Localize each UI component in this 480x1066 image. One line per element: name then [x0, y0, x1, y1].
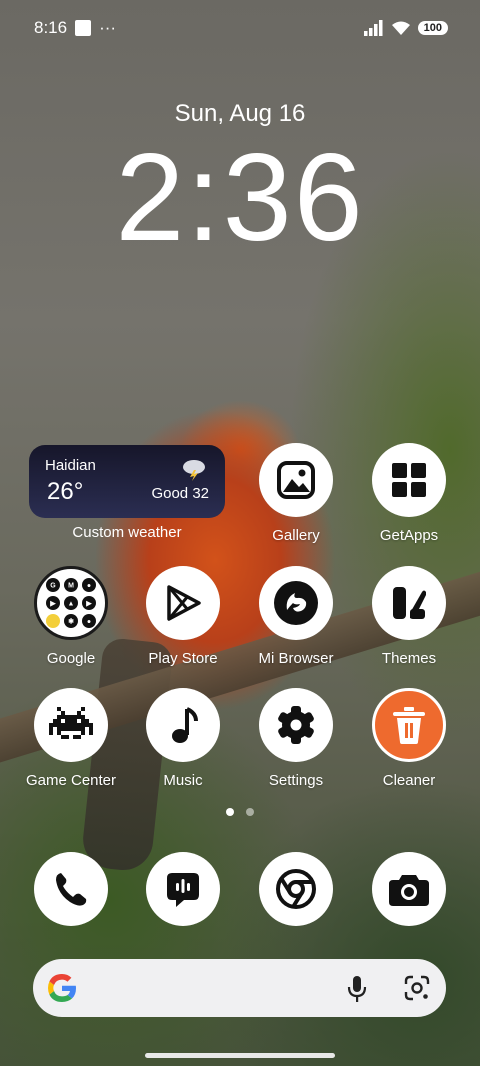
messages-icon [146, 852, 220, 926]
svg-text:M: M [68, 583, 74, 590]
google-logo-icon[interactable] [46, 972, 78, 1004]
dock-phone[interactable] [16, 852, 126, 926]
app-label: Mi Browser [258, 650, 334, 667]
svg-text:▶: ▶ [49, 601, 56, 608]
notification-icon [75, 20, 92, 36]
home-date[interactable]: Sun, Aug 16 [0, 100, 480, 128]
weather-widget-label: Custom weather [72, 524, 182, 541]
app-label: Music [163, 772, 203, 789]
trash-icon [372, 688, 446, 762]
game-center-icon [34, 688, 108, 762]
app-game-center[interactable]: Game Center [16, 688, 126, 789]
app-label: Gallery [272, 527, 320, 544]
camera-icon [372, 852, 446, 926]
svg-text:▲: ▲ [68, 601, 75, 608]
app-getapps[interactable]: GetApps [354, 443, 464, 544]
app-settings[interactable]: Settings [241, 688, 351, 789]
folder-label: Google [46, 650, 96, 667]
app-gallery[interactable]: Gallery [241, 443, 351, 544]
status-time: 8:16 [34, 18, 68, 37]
svg-text:✱: ✱ [68, 618, 74, 626]
home-clock[interactable]: 2:36 [0, 130, 480, 267]
music-note-icon [146, 688, 220, 762]
app-label: GetApps [379, 527, 439, 544]
gear-icon [259, 688, 333, 762]
weather-widget[interactable]: Haidian 26° Good 32 [29, 445, 225, 518]
phone-icon [34, 852, 108, 926]
app-cleaner[interactable]: Cleaner [354, 688, 464, 789]
svg-text:●: ● [87, 583, 91, 590]
svg-text:G: G [50, 583, 56, 590]
page-dot-2[interactable] [246, 808, 254, 816]
page-dot-1[interactable] [226, 808, 234, 816]
app-music[interactable]: Music [128, 688, 238, 789]
svg-text:●: ● [87, 619, 91, 626]
gesture-navigation-bar[interactable] [145, 1053, 335, 1058]
signal-icon [363, 20, 383, 36]
svg-text:▶: ▶ [85, 601, 92, 608]
wifi-icon [391, 21, 410, 35]
weather-air-quality: Good 32 [151, 485, 209, 502]
app-label: Settings [268, 772, 324, 789]
google-search-bar[interactable] [33, 959, 446, 1017]
mi-browser-icon [259, 566, 333, 640]
play-store-icon [146, 566, 220, 640]
app-label: Play Store [148, 650, 218, 667]
app-themes[interactable]: Themes [354, 566, 464, 667]
app-mi-browser[interactable]: Mi Browser [241, 566, 351, 667]
chrome-icon [259, 852, 333, 926]
app-label: Game Center [25, 772, 117, 789]
dock-chrome[interactable] [241, 852, 351, 926]
getapps-icon [372, 443, 446, 517]
weather-temperature: 26° [47, 478, 84, 505]
app-play-store[interactable]: Play Store [128, 566, 238, 667]
google-lens-icon[interactable] [404, 975, 430, 1001]
more-notifications-icon: ··· [99, 18, 117, 37]
thunderstorm-icon [181, 457, 207, 486]
dock-camera[interactable] [354, 852, 464, 926]
dock-messages[interactable] [128, 852, 238, 926]
battery-indicator: 100 [417, 21, 448, 35]
page-indicator[interactable] [226, 808, 254, 816]
folder-google[interactable]: G M ● ▶ ▲ ▶ ✱ ● Google [16, 566, 126, 667]
status-bar: 8:16 ··· 100 [34, 16, 448, 40]
google-folder-icon: G M ● ▶ ▲ ▶ ✱ ● [34, 566, 108, 640]
app-label: Themes [381, 650, 437, 667]
gallery-icon [259, 443, 333, 517]
themes-icon [372, 566, 446, 640]
microphone-icon[interactable] [345, 975, 369, 1003]
app-label: Cleaner [382, 772, 436, 789]
